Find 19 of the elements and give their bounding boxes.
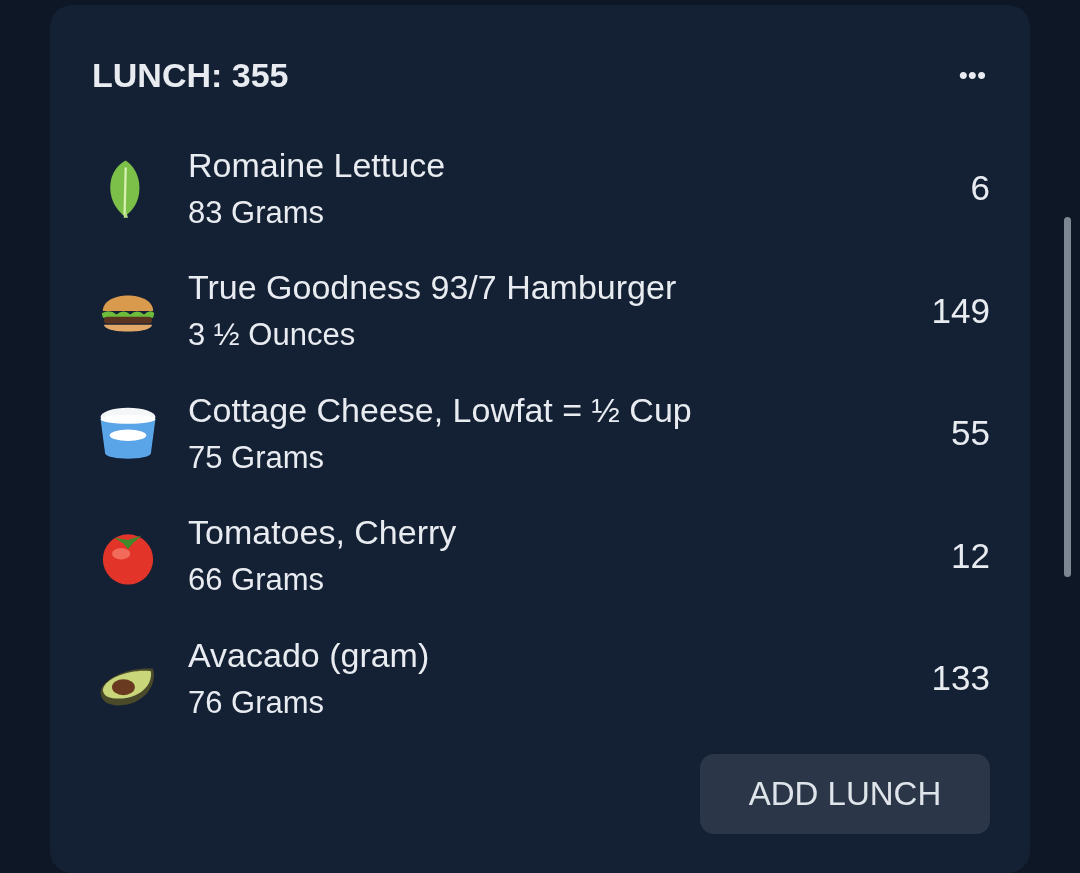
calorie-count: 55 [951, 413, 990, 454]
calorie-count: 133 [931, 658, 990, 699]
food-name: True Goodness 93/7 Hamburger [188, 268, 678, 308]
food-amount: 83 Grams [188, 194, 326, 231]
scrollbar[interactable] [1064, 217, 1071, 577]
food-amount: 3 ½ Ounces [188, 317, 357, 354]
food-amount: 75 Grams [188, 439, 326, 476]
calorie-count: 12 [951, 535, 990, 576]
calorie-count: 6 [970, 168, 990, 209]
food-name: Avacado (gram) [188, 635, 431, 675]
meal-title: LUNCH: 355 [92, 55, 289, 95]
more-menu-button[interactable]: ••• [958, 59, 986, 91]
food-amount: 76 Grams [188, 684, 326, 721]
food-name: Romaine Lettuce [188, 145, 447, 185]
food-name: Cottage Cheese, Lowfat = ½ Cup [188, 390, 693, 430]
food-amount: 66 Grams [188, 562, 326, 599]
calorie-count: 149 [931, 290, 990, 331]
food-name: Tomatoes, Cherry [188, 513, 458, 553]
add-lunch-button[interactable]: ADD LUNCH [700, 753, 990, 834]
